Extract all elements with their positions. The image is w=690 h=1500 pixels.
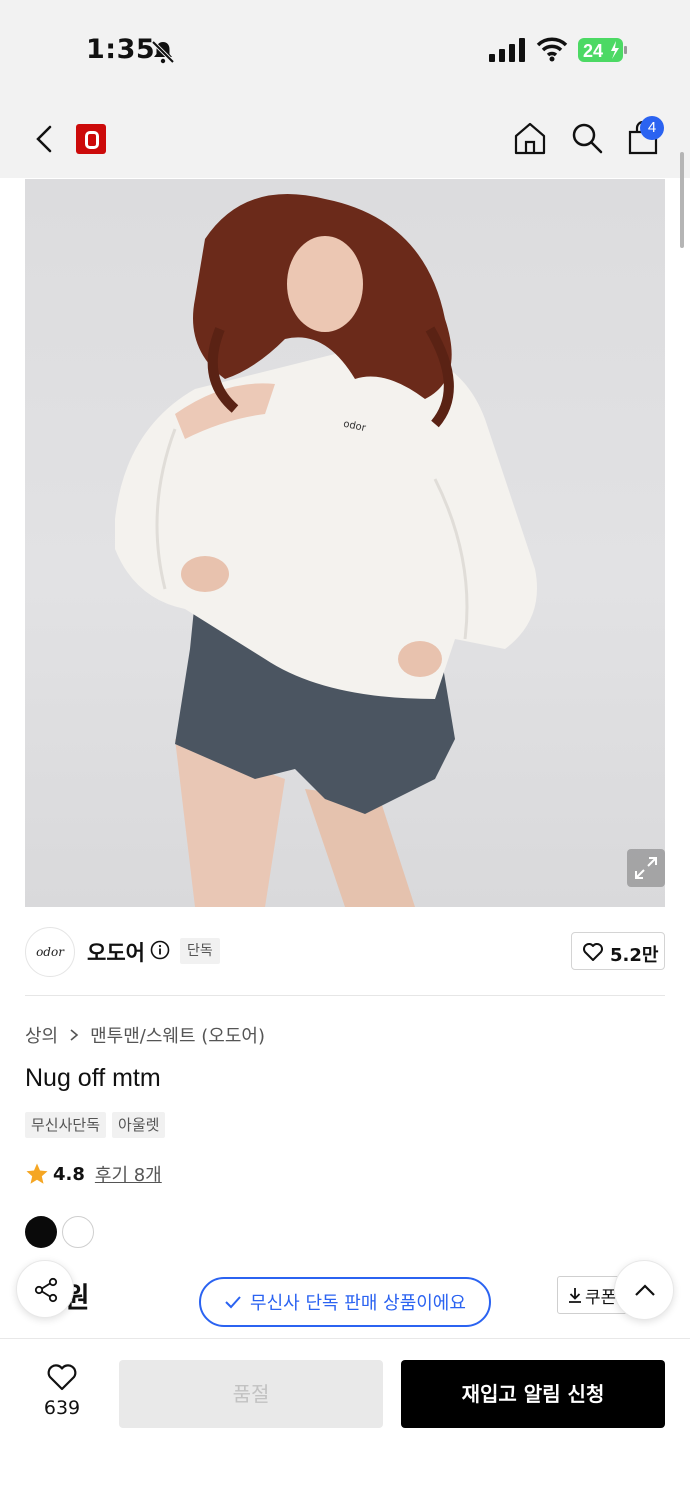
share-button[interactable] [16,1260,74,1318]
back-icon[interactable] [30,122,60,156]
brand-like-count: 5.2만 [610,945,659,966]
exclusive-toast: 무신사 단독 판매 상품이에요 [199,1277,491,1327]
toast-text: 무신사 단독 판매 상품이에요 [250,1293,466,1314]
product-tag: 아울렛 [112,1112,166,1138]
product-tag: 무신사단독 [25,1112,107,1138]
rating: 4.8 후기 8개 [25,1161,162,1187]
breadcrumb-category[interactable]: 상의 [25,1022,58,1048]
top-nav [0,100,690,178]
expand-image-button[interactable] [627,849,665,887]
download-icon [569,1288,581,1303]
share-icon [34,1277,58,1303]
exclusive-tag: 단독 [180,938,220,964]
bell-muted-icon [151,40,175,64]
product-photo-illustration: odor [115,194,537,907]
product-tags: 무신사단독 아울렛 [25,1112,166,1138]
rating-value: 4.8 [53,1163,85,1185]
wish-button[interactable]: 639 [28,1363,96,1427]
scroll-top-button[interactable] [614,1260,674,1320]
product-title: Nug off mtm [25,1064,161,1092]
battery-icon: 24 [578,38,627,62]
heart-icon [583,943,603,961]
search-icon[interactable] [569,120,605,156]
home-icon[interactable] [512,120,548,156]
bottom-action-bar: 639 품절 재입고 알림 신청 [0,1338,690,1500]
brand-name[interactable]: 오도어 [87,937,145,967]
status-time: 1:35 [86,34,156,65]
musinsa-logo[interactable] [76,124,106,154]
heart-icon [47,1364,77,1391]
brand-like-button[interactable]: 5.2만 [571,932,665,970]
check-icon [225,1296,241,1309]
arrow-up-icon [635,1284,655,1296]
divider [25,995,665,996]
signal-icon [489,38,525,62]
color-swatch-white[interactable] [62,1216,94,1248]
status-bar: 1:35 24 [0,0,690,100]
wifi-icon [536,37,568,62]
coupon-label: 쿠폰 [585,1287,617,1308]
soldout-button[interactable]: 품절 [119,1360,383,1428]
chevron-right-icon [70,1029,79,1041]
wish-count: 639 [43,1397,81,1419]
star-icon [26,1163,48,1184]
expand-icon [635,857,657,879]
color-swatch-black[interactable] [25,1216,57,1248]
product-image[interactable]: odor [25,179,665,907]
brand-row: odor 오도어 단독 5.2만 [25,927,665,977]
info-icon[interactable] [150,940,170,960]
restock-alert-button[interactable]: 재입고 알림 신청 [401,1360,665,1428]
brand-logo[interactable]: odor [25,927,75,977]
battery-level: 24 [583,41,603,61]
cart-count-badge: 4 [640,116,664,140]
scrollbar[interactable] [680,152,684,248]
review-count-link[interactable]: 후기 8개 [95,1161,162,1187]
breadcrumb-subcategory[interactable]: 맨투맨/스웨트 (오도어) [90,1022,265,1048]
breadcrumb: 상의 맨투맨/스웨트 (오도어) [25,1022,265,1048]
